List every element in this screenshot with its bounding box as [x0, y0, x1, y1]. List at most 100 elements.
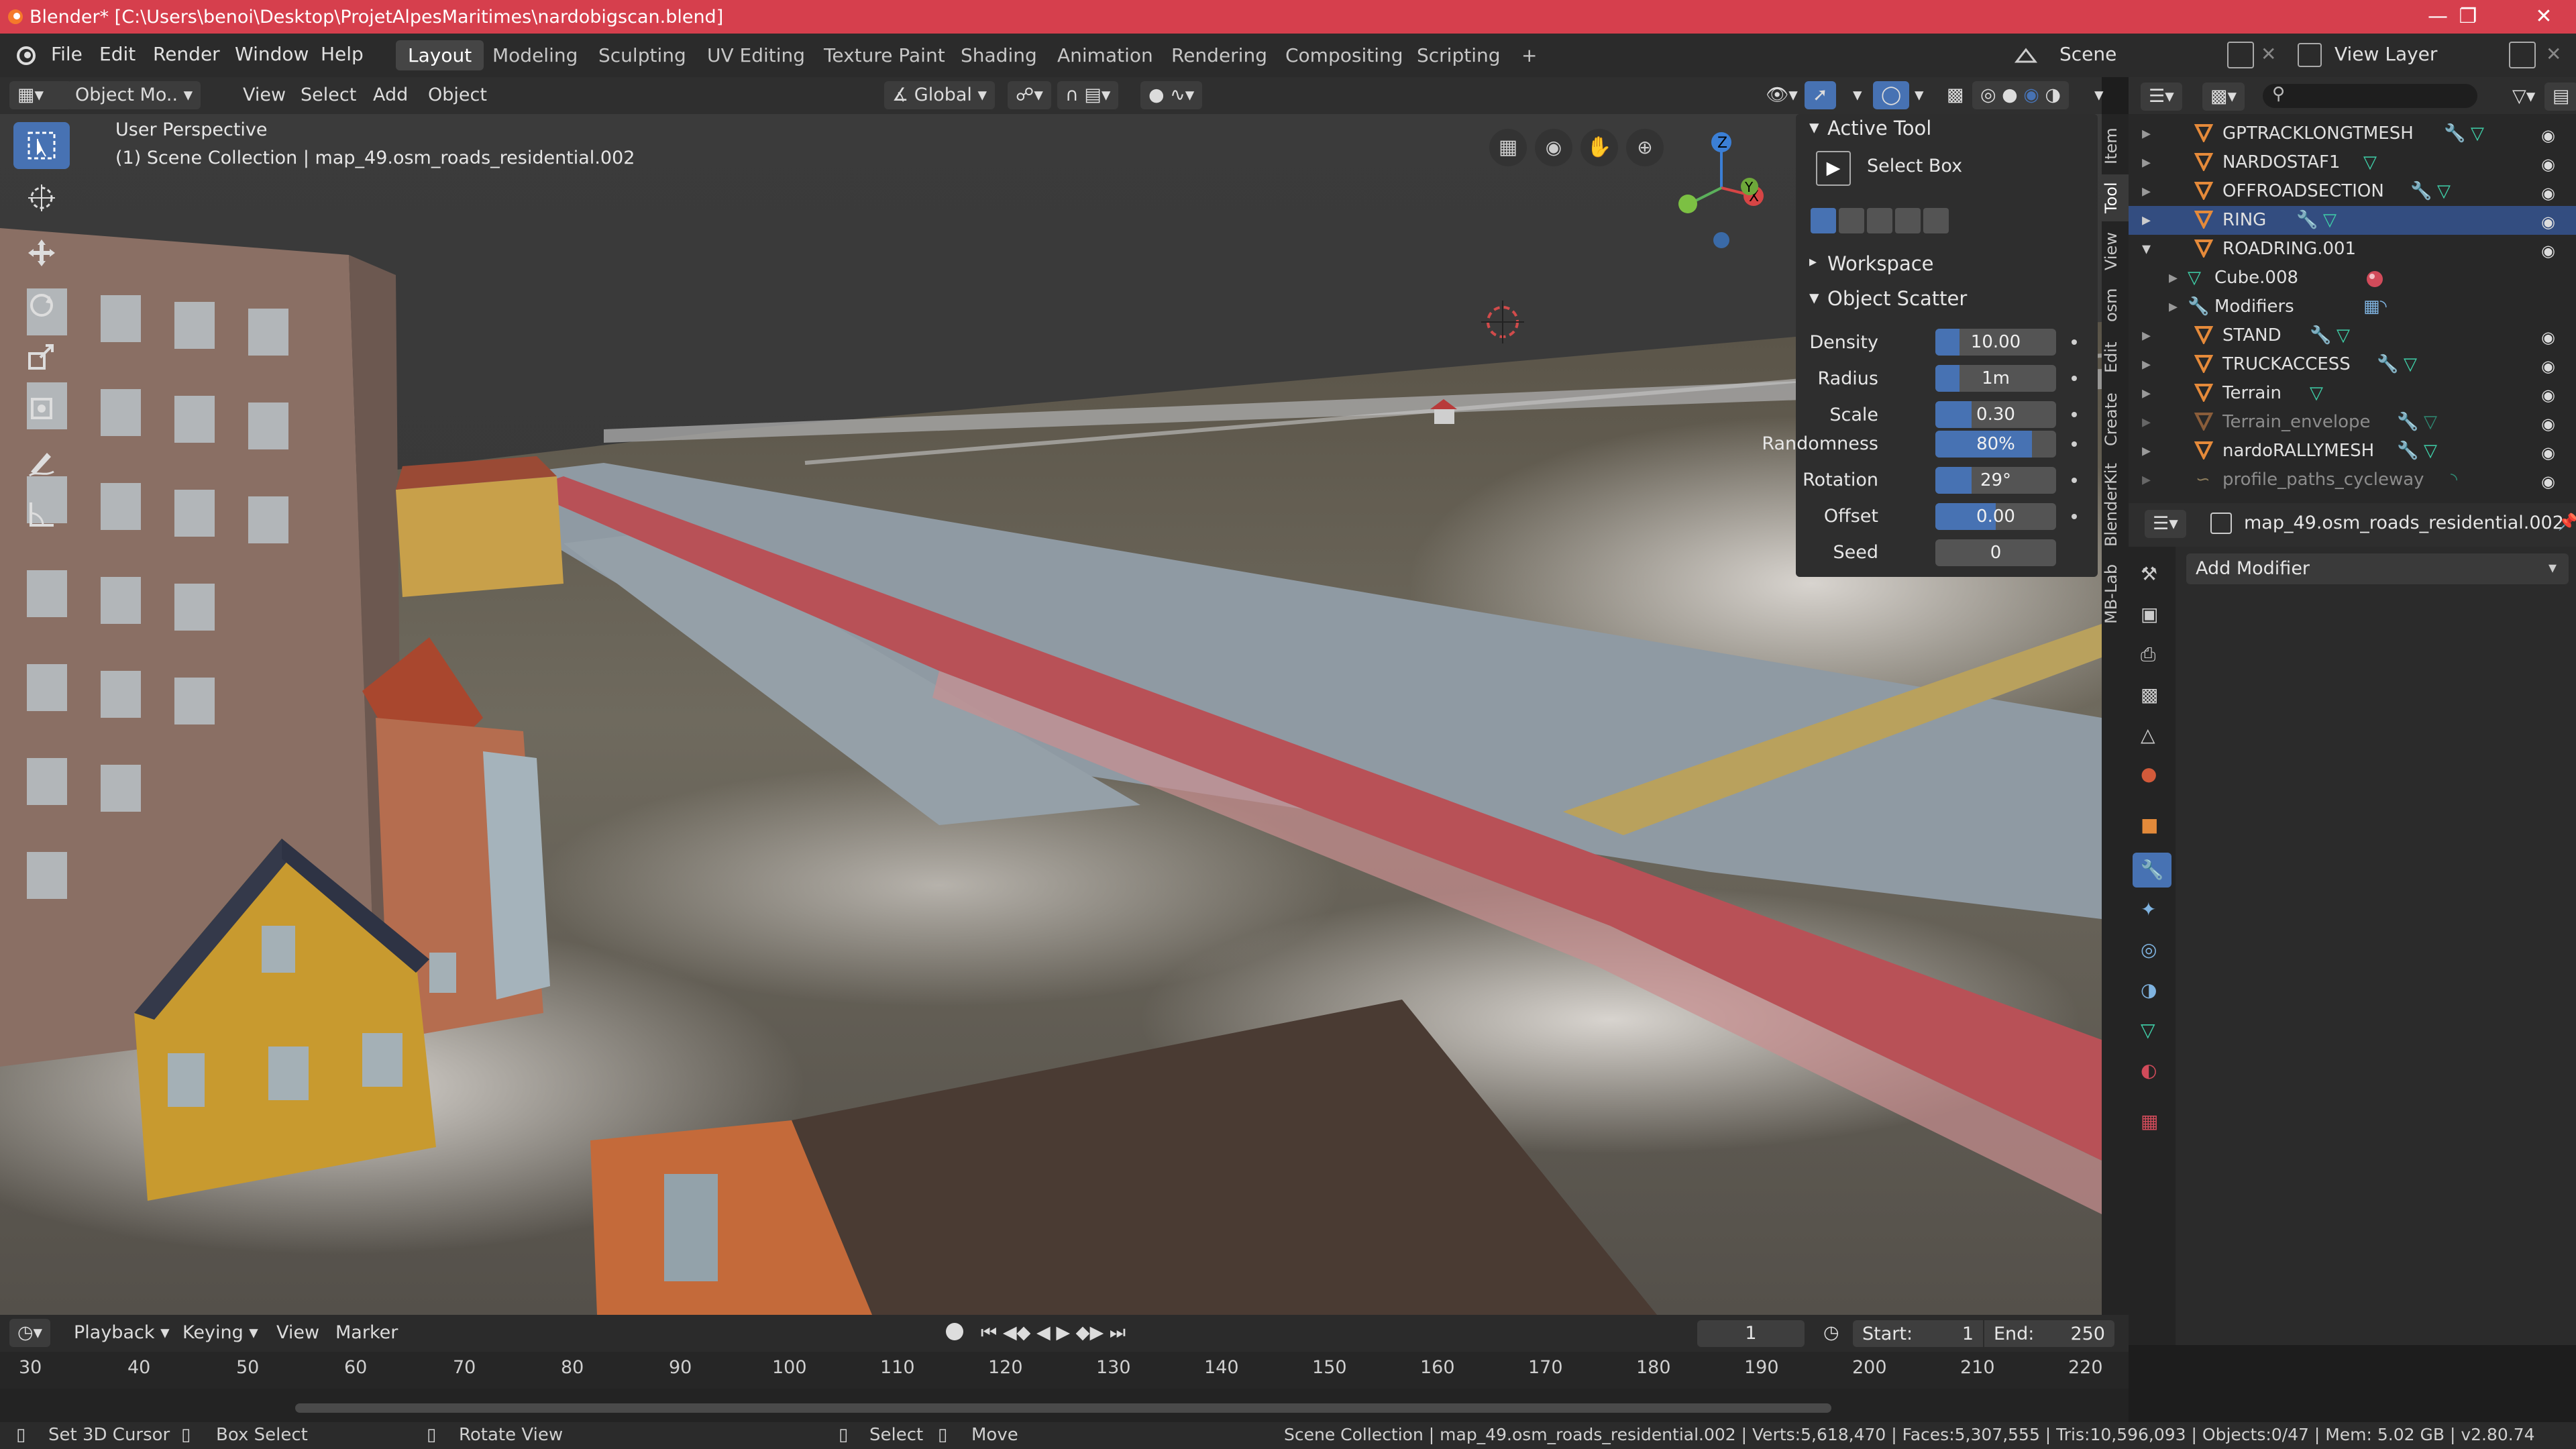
add-modifier-dropdown[interactable]: Add Modifier ▾ [2186, 553, 2569, 584]
tab-view[interactable]: View [2102, 225, 2129, 278]
menu-add[interactable]: Add [365, 81, 416, 109]
mesh-data-icon[interactable]: ▽ [2323, 210, 2337, 230]
select-mode-intersect-icon[interactable] [1923, 208, 1949, 233]
end-frame-field[interactable]: End: 250 [1984, 1320, 2114, 1347]
mesh-data-icon[interactable]: ▽ [2471, 123, 2484, 144]
rotation-field[interactable]: 29° [1935, 467, 2056, 494]
expand-arrow[interactable]: ▸ [2169, 297, 2178, 317]
tab-tool[interactable]: Tool [2102, 174, 2129, 221]
expand-arrow[interactable]: ▸ [2142, 470, 2151, 490]
outliner-item-name[interactable]: Cube.008 [2214, 268, 2298, 288]
tab-animation[interactable]: Animation [1045, 40, 1165, 70]
modifier-type-icons[interactable]: ▦◝ [2363, 297, 2387, 317]
tab-texture-paint[interactable]: Texture Paint [812, 40, 957, 70]
offset-field[interactable]: 0.00 [1935, 503, 2056, 530]
modifier-wrench-icon[interactable]: 🔧 [2377, 354, 2398, 374]
density-keyframe-dot[interactable] [2072, 339, 2077, 345]
scale-keyframe-dot[interactable] [2072, 412, 2077, 417]
expand-arrow[interactable]: ▸ [2142, 354, 2151, 374]
scene-icon[interactable] [2012, 44, 2039, 67]
eye-icon[interactable]: ◉ [2541, 214, 2555, 244]
tab-shading[interactable]: Shading [949, 40, 1049, 70]
density-field[interactable]: 10.00 [1935, 329, 2056, 356]
menu-render[interactable]: Render [153, 43, 220, 65]
offset-keyframe-dot[interactable] [2072, 514, 2077, 519]
outliner[interactable]: ▸ GPTRACKLONGTMESH 🔧 ▽ ▸ NARDOSTAF1 ▽ ▸ … [2129, 114, 2576, 503]
eye-icon[interactable]: ◉ [2541, 416, 2555, 446]
outliner-item-name[interactable]: GPTRACKLONGTMESH [2222, 123, 2414, 144]
tab-item[interactable]: Item [2102, 121, 2129, 171]
zoom-icon[interactable]: ⊕ [1626, 129, 1664, 166]
mesh-data-icon[interactable]: ▽ [2404, 354, 2417, 374]
workspace-title[interactable]: Workspace [1827, 252, 1934, 275]
expand-arrow[interactable]: ▸ [2142, 210, 2151, 230]
tab-blenderkit[interactable]: BlenderKit [2102, 456, 2129, 553]
outliner-item-name[interactable]: nardoRALLYMESH [2222, 441, 2374, 461]
workspace-collapse-arrow[interactable]: ▸ [1809, 254, 1817, 270]
modifier-wrench-icon[interactable]: 🔧 [2444, 123, 2465, 144]
menu-playback[interactable]: Playback ▾ [66, 1319, 178, 1347]
expand-arrow[interactable]: ▸ [2142, 441, 2151, 461]
active-tool-header-arrow[interactable]: ▾ [1809, 115, 1819, 138]
expand-arrow[interactable]: ▸ [2142, 181, 2151, 201]
new-collection-icon[interactable]: ▤ [2544, 83, 2576, 111]
start-frame-field[interactable]: Start: 1 [1853, 1320, 1983, 1347]
view-layer-properties-icon[interactable]: ▩ [2141, 684, 2158, 706]
mesh-data-icon[interactable]: ▽ [2310, 383, 2323, 403]
randomness-field[interactable]: 80% [1935, 431, 2056, 458]
outliner-row[interactable]: ▸ ∽ profile_paths_cycleway ◝ [2129, 466, 2576, 494]
select-mode-invert-icon[interactable] [1895, 208, 1921, 233]
visibility-eye-icons[interactable]: ◉ ◉ ◉ ◉ ◉ ◉ ◉ ◉ ◉ ◉ ◉ [2541, 127, 2555, 503]
menu-view[interactable]: View [235, 81, 294, 109]
outliner-row[interactable]: ▸ GPTRACKLONGTMESH 🔧 ▽ [2129, 119, 2576, 148]
gizmo-icon[interactable]: ➚ [1805, 81, 1836, 109]
eye-icon[interactable]: ◉ [2541, 329, 2555, 360]
eye-icon[interactable]: ◉ [2541, 387, 2555, 417]
modifier-wrench-icon[interactable]: 🔧 [2410, 181, 2432, 201]
mesh-data-icon[interactable]: ▽ [2363, 152, 2377, 172]
outliner-row[interactable]: ▸ 🔧 Modifiers ▦◝ [2129, 292, 2576, 321]
outliner-row[interactable]: ▸ nardoRALLYMESH 🔧 ▽ [2129, 437, 2576, 466]
tab-modeling[interactable]: Modeling [480, 40, 590, 70]
expand-arrow[interactable]: ▸ [2142, 123, 2151, 144]
overlays-dropdown-icon[interactable]: ▾ [1907, 81, 1932, 109]
select-mode-subtract-icon[interactable] [1867, 208, 1892, 233]
pivot-icon[interactable]: ☍▾ [1008, 81, 1051, 109]
outliner-editor-type-icon[interactable]: ☰▾ [2141, 83, 2182, 111]
outliner-row[interactable]: ▸ Terrain ▽ [2129, 379, 2576, 408]
timeline-area[interactable] [0, 1389, 2129, 1422]
add-workspace-button[interactable]: + [1509, 40, 1549, 70]
expand-arrow[interactable]: ▸ [2169, 268, 2178, 288]
object-scatter-title[interactable]: Object Scatter [1827, 287, 1967, 310]
tab-mb-lab[interactable]: MB-Lab [2102, 557, 2129, 631]
overlays-icon[interactable]: ◯ [1873, 81, 1910, 109]
menu-object[interactable]: Object [420, 81, 495, 109]
select-mode-buttons[interactable] [1811, 208, 1951, 235]
outliner-row[interactable]: ▸ STAND 🔧 ▽ [2129, 321, 2576, 350]
3d-viewport[interactable]: User Perspective (1) Scene Collection | … [0, 114, 2102, 1315]
particles-icon[interactable]: ✦ [2141, 898, 2156, 920]
current-frame-field[interactable]: 1 [1697, 1320, 1805, 1347]
rotate-tool[interactable] [13, 282, 70, 329]
new-view-layer-icon[interactable] [2509, 42, 2536, 68]
transform-orientation-dropdown[interactable]: ∡ Global ▾ [884, 81, 996, 109]
outliner-item-name[interactable]: Terrain [2222, 383, 2282, 403]
restore-icon[interactable]: ❐ [2438, 0, 2498, 34]
outliner-row[interactable]: ▸ Terrain_envelope 🔧 ▽ [2129, 408, 2576, 437]
modifier-wrench-icon[interactable]: 🔧 [2296, 210, 2318, 230]
proportional-edit-icon[interactable]: ● ∿▾ [1140, 81, 1203, 109]
measure-tool[interactable] [13, 491, 70, 538]
mesh-data-icon[interactable]: ▽ [2424, 412, 2437, 432]
toggle-camera-view-icon[interactable]: ▦ [1489, 129, 1527, 166]
outliner-item-name[interactable]: TRUCKACCESS [2222, 354, 2351, 374]
expand-arrow[interactable]: ▸ [2142, 412, 2151, 432]
outliner-item-name[interactable]: OFFROADSECTION [2222, 181, 2384, 201]
expand-arrow[interactable]: ▸ [2142, 325, 2151, 345]
object-properties-icon[interactable]: ■ [2141, 814, 2158, 836]
modifier-wrench-icon[interactable]: 🔧 [2397, 441, 2418, 461]
outliner-row[interactable]: ▸ OFFROADSECTION 🔧 ▽ [2129, 177, 2576, 206]
outliner-row[interactable]: ▸ TRUCKACCESS 🔧 ▽ [2129, 350, 2576, 379]
clock-icon[interactable]: ◷ [1815, 1319, 1847, 1347]
tool-settings-icon[interactable]: ⚒ [2141, 563, 2157, 585]
modifier-properties-icon[interactable]: 🔧 [2133, 853, 2171, 888]
